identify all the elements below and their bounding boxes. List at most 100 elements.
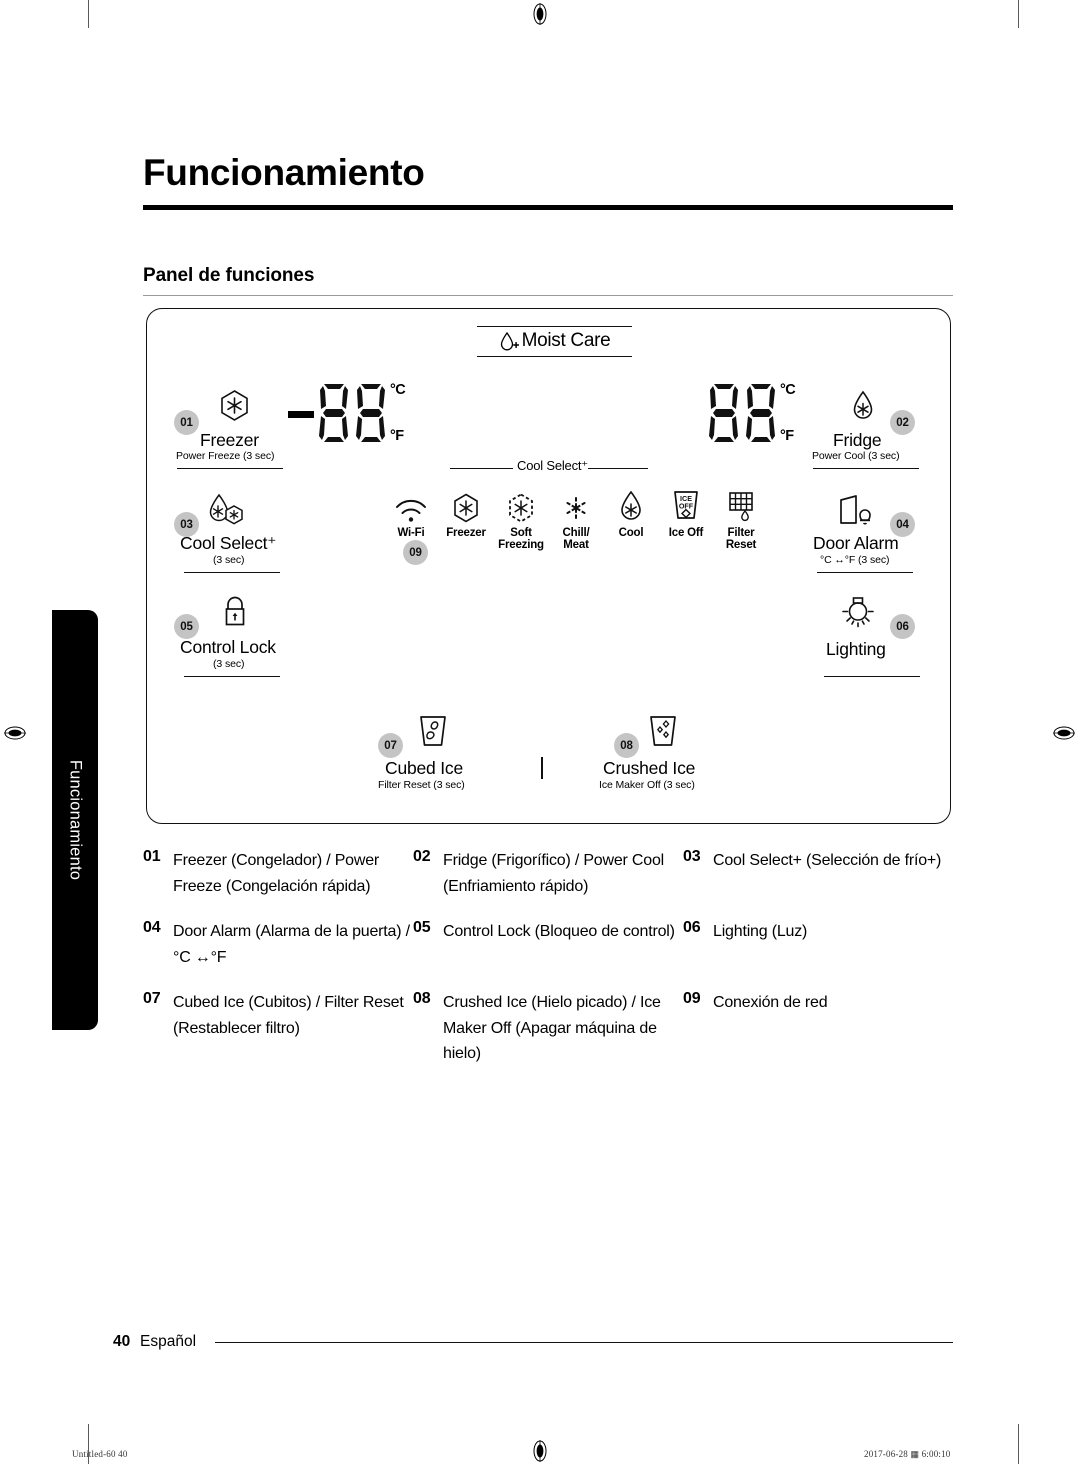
button-label-crushed-ice[interactable]: Crushed Ice xyxy=(603,758,695,779)
legend-row: 07 Cubed Ice (Cubitos) / Filter Reset (Re… xyxy=(143,990,955,1087)
seven-segment-digits xyxy=(318,382,387,444)
registration-mark-left xyxy=(4,722,26,744)
fahrenheit-unit-freezer: °F xyxy=(390,427,404,444)
mode-icon-label: Filter Reset xyxy=(725,527,757,552)
legend-item: 06 Lighting (Luz) xyxy=(683,919,953,990)
legend-number: 03 xyxy=(683,848,701,865)
legend-number: 04 xyxy=(143,918,161,936)
celsius-unit-fridge: °C xyxy=(780,382,796,398)
callout-badge-06: 06 xyxy=(890,614,915,639)
registration-mark-top xyxy=(529,3,551,25)
legend-text: Crushed Ice (Hielo picado) / Ice Maker O… xyxy=(443,993,661,1063)
legend-number: 05 xyxy=(413,918,431,936)
seven-segment-digits xyxy=(708,382,777,444)
button-label-freezer[interactable]: Freezer xyxy=(200,430,259,451)
section-heading: Panel de funciones xyxy=(143,265,315,286)
crop-mark-top-left xyxy=(88,0,89,28)
callout-badge-02: 02 xyxy=(890,410,915,435)
droplet-snowflake-hexagon-icon xyxy=(204,492,248,530)
button-label-lighting[interactable]: Lighting xyxy=(826,639,886,660)
fahrenheit-unit-fridge: °F xyxy=(780,427,794,444)
print-mark-timestamp: 2017-06-28 ▦ 6:00:10 xyxy=(864,1449,951,1459)
cool-select-connector-line-left xyxy=(450,468,513,470)
minus-sign xyxy=(288,410,314,418)
callout-badge-07: 07 xyxy=(378,733,403,758)
legend-item: 01 Freezer (Congelador) / Power Freeze (C… xyxy=(143,848,413,919)
page-number: 40 xyxy=(113,1333,131,1350)
legend-text: Cool Select+ (Selección de frío+) xyxy=(713,852,942,869)
chapter-divider xyxy=(143,205,953,210)
button-label-fridge[interactable]: Fridge xyxy=(833,430,882,451)
cup-cubed-ice-icon xyxy=(416,714,450,752)
legend-item: 03 Cool Select+ (Selección de frío+) xyxy=(683,848,953,919)
callout-badge-01: 01 xyxy=(174,410,199,435)
droplet-snowflake-icon xyxy=(845,388,881,424)
legend-row: 01 Freezer (Congelador) / Power Freeze (C… xyxy=(143,848,955,919)
celsius-unit-freezer: °C xyxy=(390,382,406,398)
footer-divider xyxy=(215,1342,953,1344)
button-label-cool-select[interactable]: Cool Select⁺ xyxy=(180,533,277,554)
door-bell-icon xyxy=(836,493,880,529)
mode-icon-filter-reset[interactable]: Filter Reset xyxy=(709,486,773,552)
button-sublabel-freezer: Power Freeze (3 sec) xyxy=(176,450,275,462)
registration-mark-bottom xyxy=(529,1440,551,1462)
moist-care-indicator: Moist Care xyxy=(477,326,632,357)
padlock-icon xyxy=(220,595,250,631)
button-underline-door-alarm xyxy=(817,572,913,574)
legend-list: 01 Freezer (Congelador) / Power Freeze (C… xyxy=(143,848,955,1086)
legend-item: 05 Control Lock (Bloqueo de control) xyxy=(413,919,683,990)
button-underline-cool-select xyxy=(184,572,280,574)
legend-text: Door Alarm (Alarma de la puerta) / °C ↔°… xyxy=(173,922,410,966)
button-label-door-alarm[interactable]: Door Alarm xyxy=(813,533,899,554)
page-title: Funcionamiento xyxy=(143,152,425,193)
button-label-cubed-ice[interactable]: Cubed Ice xyxy=(385,758,463,779)
panel-section-divider xyxy=(541,757,543,779)
fridge-temperature-display: °C °F xyxy=(708,382,796,444)
button-sublabel-cool-select: (3 sec) xyxy=(213,554,245,566)
legend-number: 09 xyxy=(683,989,701,1007)
lightbulb-icon xyxy=(838,593,878,631)
legend-text: Freezer (Congelador) / Power Freeze (Con… xyxy=(173,852,380,895)
cup-crushed-ice-icon xyxy=(646,714,680,752)
filter-grid-droplet-icon xyxy=(709,486,773,524)
button-sublabel-cubed-ice: Filter Reset (3 sec) xyxy=(378,779,465,791)
legend-row: 04 Door Alarm (Alarma de la puerta) / °C … xyxy=(143,919,955,990)
button-sublabel-crushed-ice: Ice Maker Off (3 sec) xyxy=(599,779,695,791)
side-tab-label: Funcionamiento xyxy=(66,759,85,881)
legend-item: 04 Door Alarm (Alarma de la puerta) / °C … xyxy=(143,919,413,990)
control-panel-diagram xyxy=(146,308,951,824)
legend-text: Lighting (Luz) xyxy=(713,922,808,940)
crop-mark-bottom-right xyxy=(1018,1424,1019,1464)
footer-language: Español xyxy=(140,1333,197,1350)
print-mark-filename: Untitled-60 40 xyxy=(72,1449,128,1459)
button-underline-fridge xyxy=(813,468,919,470)
moist-care-label: Moist Care xyxy=(521,330,611,351)
cool-select-connector-line-right xyxy=(588,468,648,470)
legend-item: 07 Cubed Ice (Cubitos) / Filter Reset (Re… xyxy=(143,990,413,1087)
legend-text: Cubed Ice (Cubitos) / Filter Reset (Rest… xyxy=(173,993,404,1037)
callout-badge-09: 09 xyxy=(403,540,428,565)
callout-badge-05: 05 xyxy=(174,614,199,639)
hexagon-snowflake-icon xyxy=(216,388,253,425)
legend-number: 02 xyxy=(413,848,431,865)
button-underline-lighting xyxy=(824,676,920,678)
button-underline-control-lock xyxy=(184,676,280,678)
legend-text: Control Lock (Bloqueo de control) xyxy=(443,922,675,940)
button-sublabel-control-lock: (3 sec) xyxy=(213,658,245,670)
legend-item: 08 Crushed Ice (Hielo picado) / Ice Maker… xyxy=(413,990,683,1087)
crop-mark-top-right xyxy=(1018,0,1019,28)
legend-item: 09 Conexión de red xyxy=(683,990,953,1087)
button-label-control-lock[interactable]: Control Lock xyxy=(180,637,276,658)
legend-number: 06 xyxy=(683,918,701,936)
legend-number: 08 xyxy=(413,989,431,1007)
droplet-plus-icon xyxy=(499,330,520,352)
button-sublabel-door-alarm: °C ↔°F (3 sec) xyxy=(820,554,890,566)
side-tab-chapter: Funcionamiento xyxy=(52,610,98,1030)
legend-text: Conexión de red xyxy=(713,993,828,1011)
cool-select-connector-label: Cool Select⁺ xyxy=(517,458,588,473)
freezer-temperature-display: °C °F xyxy=(288,382,406,444)
legend-number: 01 xyxy=(143,848,161,865)
registration-mark-right xyxy=(1053,722,1075,744)
callout-badge-08: 08 xyxy=(614,733,639,758)
section-divider xyxy=(143,295,953,297)
